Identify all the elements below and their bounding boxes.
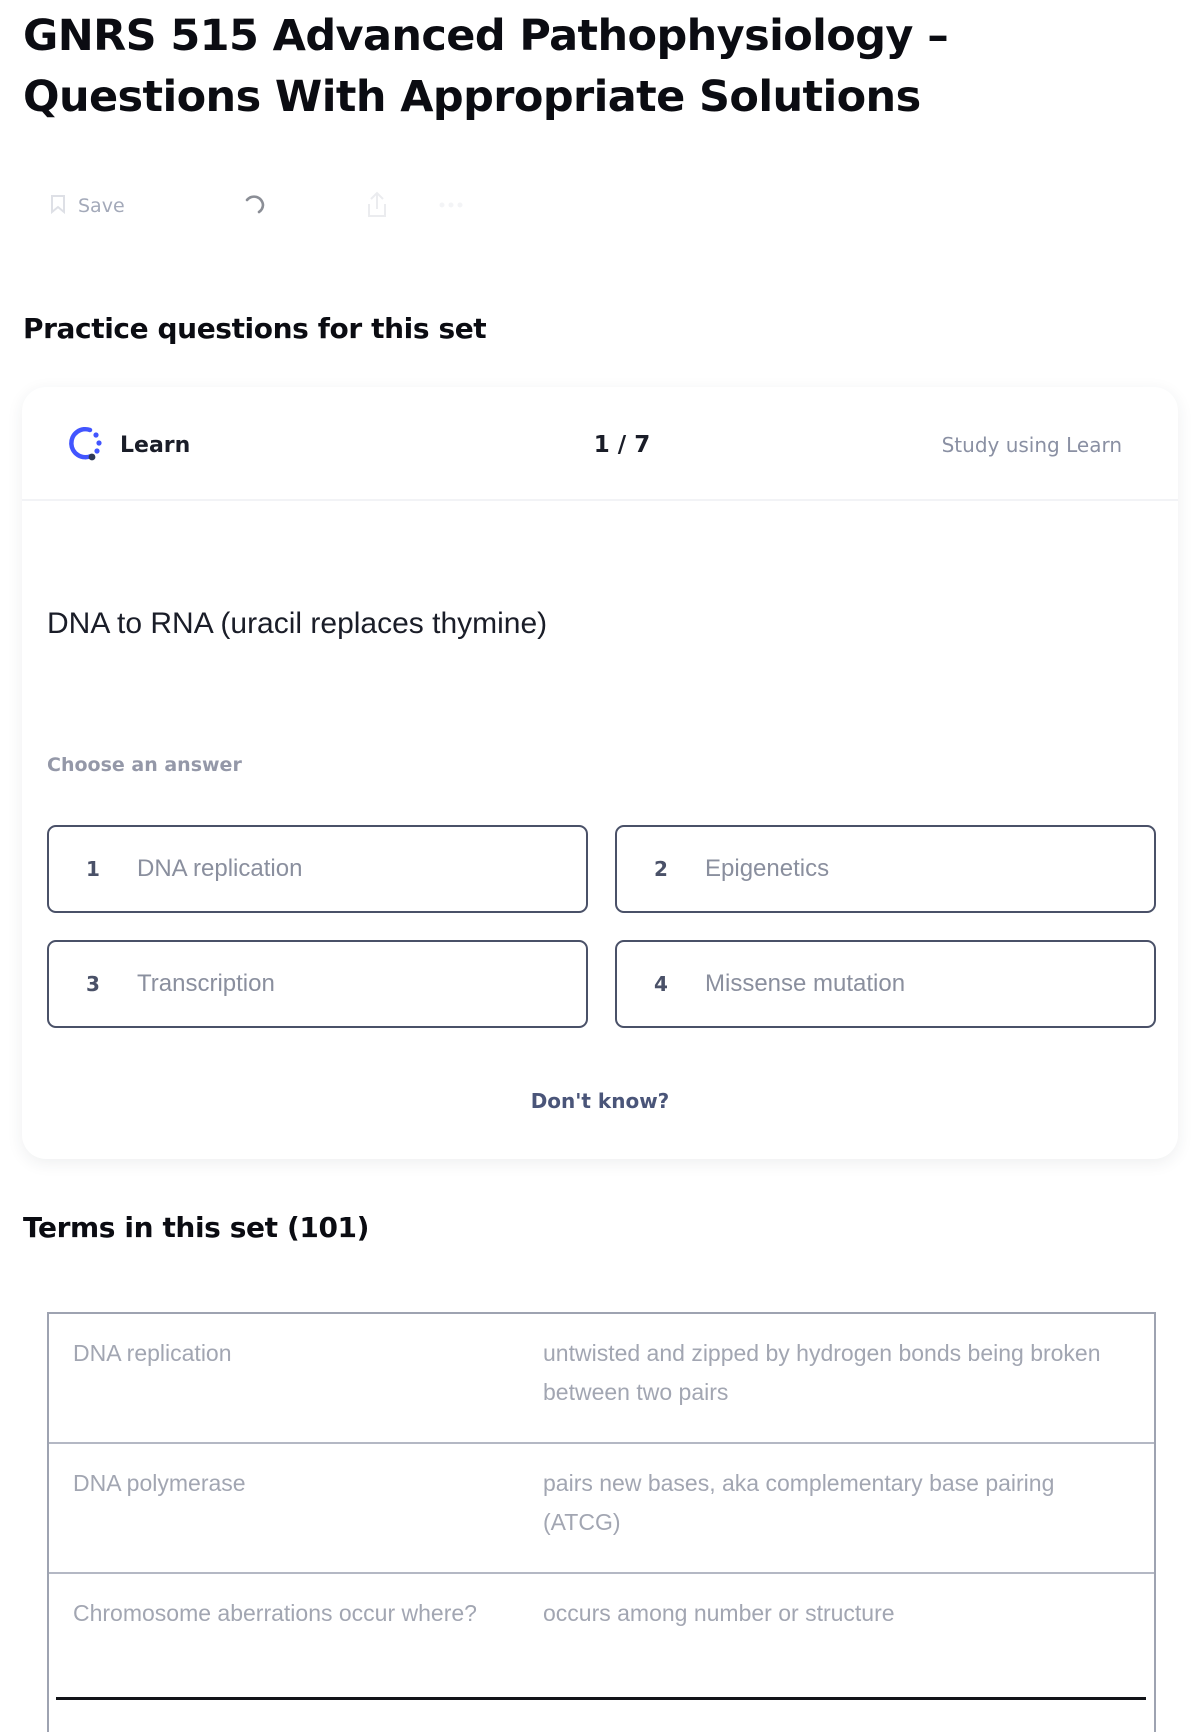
option-number: 4	[654, 972, 668, 996]
learn-header: Learn 1 / 7 Study using Learn	[22, 387, 1178, 501]
term-word: Chromosome aberrations occur where?	[73, 1600, 477, 1626]
term-word: DNA replication	[73, 1340, 232, 1366]
learn-icon	[62, 421, 106, 469]
learn-mode-button[interactable]: Learn	[62, 421, 190, 469]
page-title: GNRS 515 Advanced Pathophysiology – Ques…	[23, 11, 949, 122]
term-definition: occurs among number or structure	[543, 1600, 895, 1626]
option-text: DNA replication	[137, 855, 303, 882]
learn-mode-label: Learn	[120, 432, 191, 458]
question-progress: 1 / 7	[593, 432, 651, 458]
term-definition: untwisted and zipped by hydrogen bonds b…	[543, 1340, 1101, 1405]
answer-option-4[interactable]: 4 Missense mutation	[615, 940, 1156, 1028]
save-button[interactable]: Save	[50, 194, 125, 219]
answer-option-2[interactable]: 2 Epigenetics	[615, 825, 1156, 913]
learn-card: Learn 1 / 7 Study using Learn DNA to RNA…	[22, 387, 1178, 1159]
bookmark-icon	[50, 194, 66, 219]
option-text: Missense mutation	[705, 970, 906, 997]
option-number: 1	[86, 857, 100, 881]
terms-heading: Terms in this set (101)	[23, 1211, 370, 1244]
save-label: Save	[78, 195, 125, 217]
option-text: Epigenetics	[705, 855, 830, 882]
term-definition: pairs new bases, aka complementary base …	[543, 1470, 1055, 1535]
option-text: Transcription	[137, 970, 275, 997]
terms-table: DNA replication untwisted and zipped by …	[47, 1312, 1156, 1732]
choose-answer-label: Choose an answer	[47, 754, 242, 776]
answer-option-3[interactable]: 3 Transcription	[47, 940, 588, 1028]
dont-know-button[interactable]: Don't know?	[500, 1089, 700, 1113]
more-icon[interactable]	[435, 190, 467, 220]
term-row: DNA polymerase pairs new bases, aka comp…	[49, 1444, 1154, 1574]
study-using-learn-link[interactable]: Study using Learn	[942, 421, 1122, 469]
option-number: 2	[654, 857, 668, 881]
practice-heading: Practice questions for this set	[23, 312, 487, 345]
loading-spinner-icon	[242, 192, 268, 218]
term-row: DNA replication untwisted and zipped by …	[49, 1314, 1154, 1444]
set-toolbar: Save	[50, 186, 510, 226]
answer-option-1[interactable]: 1 DNA replication	[47, 825, 588, 913]
term-row: Chromosome aberrations occur where? occu…	[49, 1574, 1154, 1704]
term-word: DNA polymerase	[73, 1470, 246, 1496]
share-icon[interactable]	[362, 190, 392, 220]
option-number: 3	[86, 972, 100, 996]
question-prompt: DNA to RNA (uracil replaces thymine)	[47, 607, 548, 640]
